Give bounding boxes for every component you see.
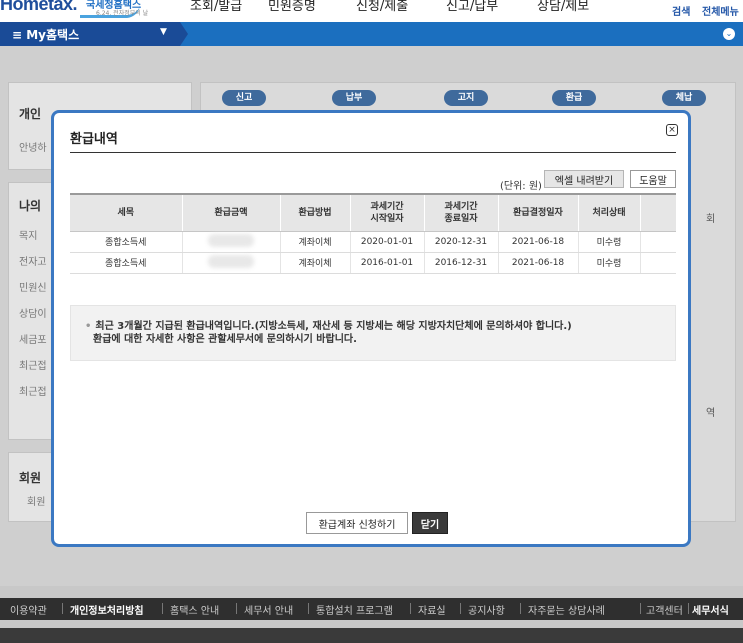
personal-panel-title: 개인 [19, 107, 42, 121]
my-hometax-menu[interactable]: ≡ My홈택스 ▼ [0, 22, 180, 46]
table-cell: 2021-06-18 [497, 231, 578, 253]
my-panel-line: 상담이 [19, 309, 47, 320]
member-panel-line: 회원 [27, 497, 46, 508]
my-panel-line: 세금포 [19, 335, 47, 346]
footer-link-terms[interactable]: 이용약관 [10, 602, 47, 617]
footer-separator [410, 603, 411, 614]
all-menu-link[interactable]: 전체메뉴 [702, 3, 739, 18]
top-header: Hometax. 국세청홈택스 6.24. 전자정부의 날 조회/발급 민원증명… [0, 0, 743, 22]
footer-link-privacy[interactable]: 개인정보처리방침 [70, 602, 144, 617]
my-panel-line: 최근접 [19, 361, 47, 372]
column-header: 환급방법 [279, 193, 350, 232]
redacted-amount [181, 252, 280, 274]
table-row: 종합소득세 계좌이체 2020-01-01 2020-12-31 2021-06… [70, 231, 676, 253]
my-panel-title: 나의 [19, 199, 42, 213]
right-fragment: 회 [706, 214, 716, 225]
column-header: 세목 [70, 193, 182, 232]
footer-link-faq[interactable]: 자주묻는 상담사례 [528, 602, 605, 617]
redacted-amount [181, 231, 280, 253]
column-header: 과세기간 종료일자 [423, 193, 498, 232]
table-cell: 미수령 [577, 252, 640, 274]
menu-arrow-shape [180, 22, 188, 46]
close-icon[interactable]: × [666, 124, 678, 136]
notice-text: 최근 3개월간 지급된 환급내역입니다.(지방소득세, 재산세 등 지방세는 해… [95, 321, 572, 332]
table-cell: 2020-01-01 [349, 231, 424, 253]
footer-separator [460, 603, 461, 614]
right-fragment: 역 [706, 408, 716, 419]
nav-report-pay[interactable]: 신고/납부 [446, 0, 498, 14]
column-header: 처리상태 [577, 193, 640, 232]
table-cell: 2021-06-18 [497, 252, 578, 274]
bullet-icon: • [85, 321, 92, 332]
my-panel-line: 목지 [19, 231, 38, 242]
excel-download-button[interactable]: 엑셀 내려받기 [544, 170, 624, 188]
hometax-logo[interactable]: Hometax. [0, 0, 78, 15]
table-cell [639, 252, 676, 274]
tab-notice[interactable]: 고지 [444, 90, 488, 106]
footer-link-office-guide[interactable]: 세무서 안내 [244, 602, 293, 617]
dropdown-caret-icon: ▼ [160, 27, 167, 37]
table-cell: 2020-12-31 [423, 231, 498, 253]
greeting-text: 안녕하 [19, 143, 47, 154]
column-header: 환급금액 [181, 193, 280, 232]
table-cell: 미수령 [577, 231, 640, 253]
footer-separator [308, 603, 309, 614]
column-header: 과세기간 시작일자 [349, 193, 424, 232]
refund-table: 세목 환급금액 환급방법 과세기간 시작일자 과세기간 종료일자 환급결정일자 … [70, 193, 676, 274]
footer-separator [640, 603, 641, 614]
table-cell: 종합소득세 [70, 231, 182, 253]
tab-refund[interactable]: 환급 [552, 90, 596, 106]
title-divider [70, 152, 676, 153]
notice-text: 환급에 대한 자세한 사항은 관할세무서에 문의하시기 바랍니다. [93, 334, 357, 345]
notice-box: • 최근 3개월간 지급된 환급내역입니다.(지방소득세, 재산세 등 지방세는 … [70, 305, 676, 361]
tab-payment[interactable]: 납부 [332, 90, 376, 106]
nav-inquiry[interactable]: 조회/발급 [190, 0, 242, 14]
table-cell [639, 231, 676, 253]
dialog-title: 환급내역 [70, 132, 118, 147]
nav-apply-submit[interactable]: 신청/제출 [356, 0, 408, 14]
footer-link-tax-forms[interactable]: 세무서식 [692, 602, 729, 617]
unit-label: (단위: 원) [500, 181, 542, 192]
footer-link-hometax-guide[interactable]: 홈택스 안내 [170, 602, 219, 617]
chevron-down-icon[interactable]: ⌄ [723, 28, 735, 40]
footer-bar: 이용약관 개인정보처리방침 홈택스 안내 세무서 안내 통합설치 프로그램 자료… [0, 598, 743, 620]
close-button[interactable]: 닫기 [412, 512, 448, 534]
my-hometax-bar: ≡ My홈택스 ▼ ⌄ [0, 22, 743, 46]
my-hometax-label: ≡ My홈택스 [12, 28, 80, 42]
help-button[interactable]: 도움말 [630, 170, 676, 188]
member-panel-title: 회원 [19, 471, 42, 485]
footer-link-install[interactable]: 통합설치 프로그램 [316, 602, 393, 617]
search-link[interactable]: 검색 [672, 3, 690, 18]
logo-tagline: 6.24. 전자정부의 날 [96, 10, 149, 17]
notice-line: • 최근 3개월간 지급된 환급내역입니다.(지방소득세, 재산세 등 지방세는 … [85, 320, 675, 333]
footer-link-archive[interactable]: 자료실 [418, 602, 446, 617]
footer-separator [62, 603, 63, 614]
footer-separator [688, 603, 689, 614]
tab-report[interactable]: 신고 [222, 90, 266, 106]
column-header: 환급결정일자 [497, 193, 578, 232]
my-panel-line: 최근접 [19, 387, 47, 398]
footer-separator [520, 603, 521, 614]
footer-separator [162, 603, 163, 614]
my-panel-line: 전자고 [19, 257, 47, 268]
table-cell: 계좌이체 [279, 252, 350, 274]
refund-history-dialog: 환급내역 × (단위: 원) 엑셀 내려받기 도움말 세목 환급금액 환급방법 … [51, 110, 691, 547]
nav-consult-report[interactable]: 상담/제보 [537, 0, 589, 14]
refund-account-apply-button[interactable]: 환급계좌 신청하기 [306, 512, 408, 534]
footer-separator [236, 603, 237, 614]
table-cell: 종합소득세 [70, 252, 182, 274]
footer-link-customer-center[interactable]: 고객센터 [646, 602, 683, 617]
footer-bottom-strip [0, 628, 743, 643]
footer-link-notices[interactable]: 공지사항 [468, 602, 505, 617]
tab-arrears[interactable]: 체납 [662, 90, 706, 106]
notice-line: 환급에 대한 자세한 사항은 관할세무서에 문의하시기 바랍니다. [85, 333, 675, 346]
table-cell: 2016-12-31 [423, 252, 498, 274]
table-cell: 2016-01-01 [349, 252, 424, 274]
table-header-row: 세목 환급금액 환급방법 과세기간 시작일자 과세기간 종료일자 환급결정일자 … [70, 193, 676, 232]
table-row: 종합소득세 계좌이체 2016-01-01 2016-12-31 2021-06… [70, 252, 676, 274]
nav-civil-certificates[interactable]: 민원증명 [268, 0, 316, 14]
my-panel-line: 민원신 [19, 283, 47, 294]
table-cell: 계좌이체 [279, 231, 350, 253]
column-header [639, 193, 676, 232]
